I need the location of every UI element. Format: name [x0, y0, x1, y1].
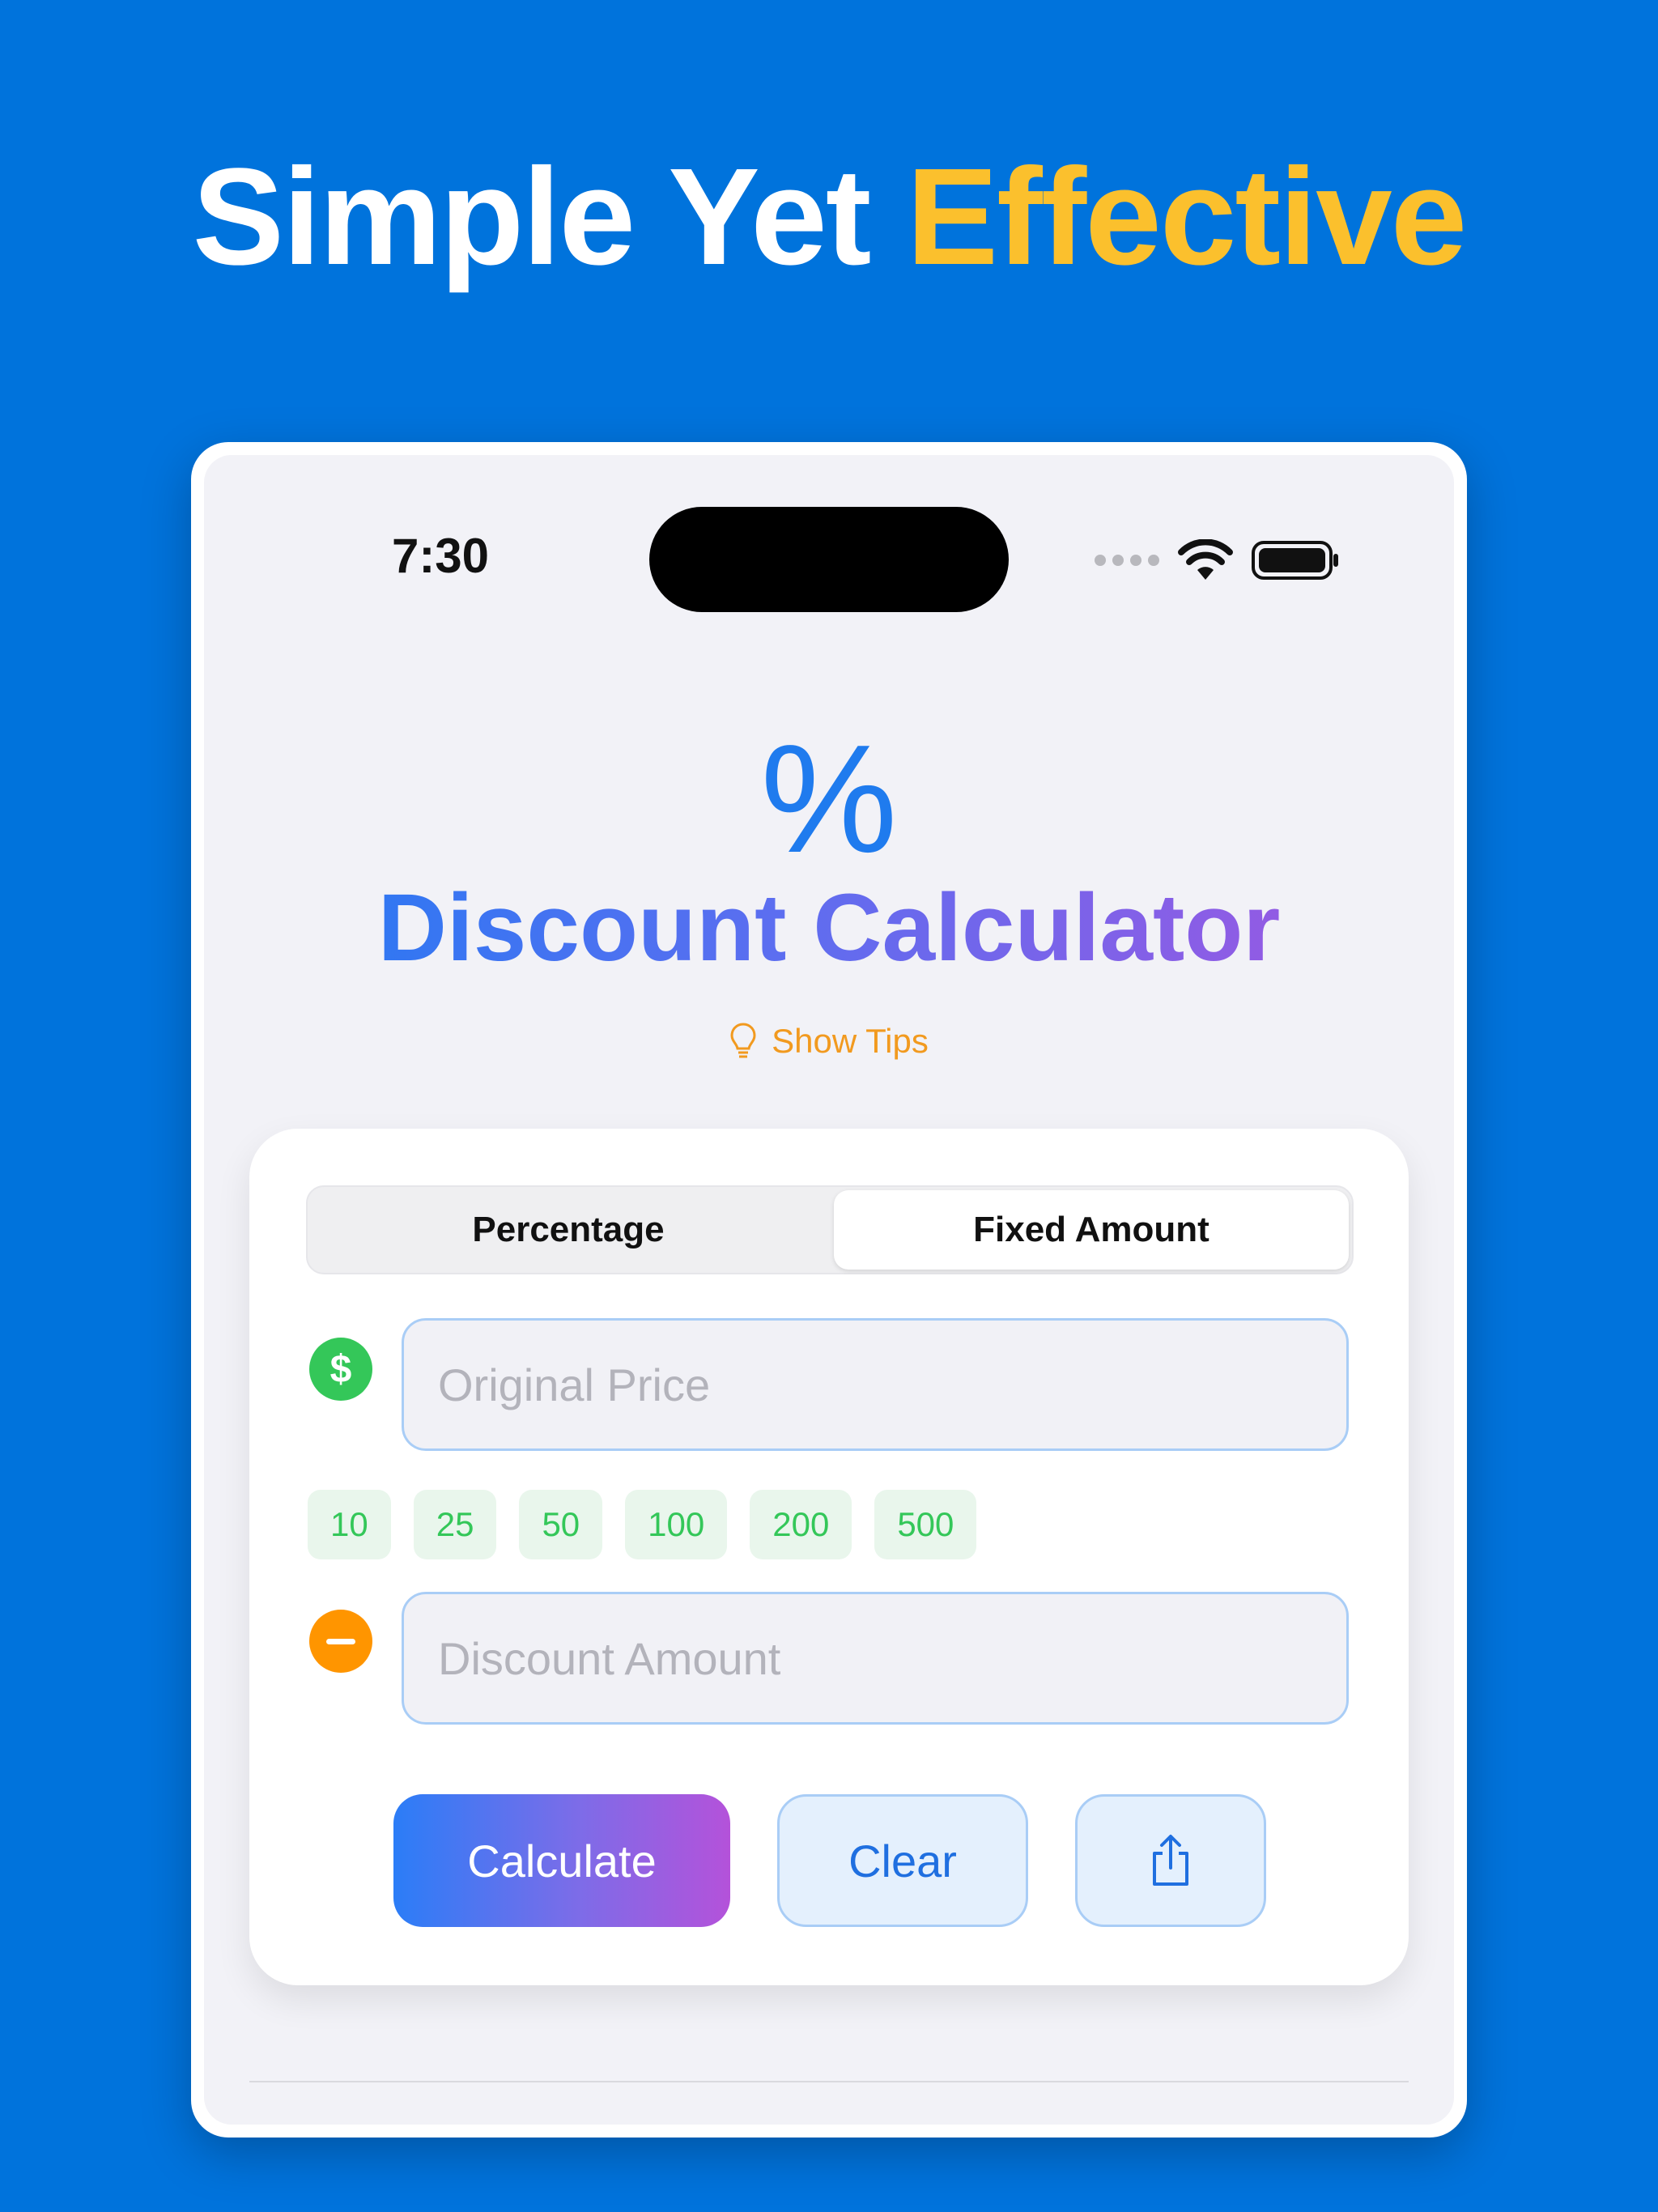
cellular-signal-icon: [1095, 555, 1159, 566]
tab-percentage[interactable]: Percentage: [311, 1190, 826, 1270]
discount-amount-input[interactable]: Discount Amount: [402, 1592, 1349, 1725]
minus-icon: [309, 1610, 372, 1673]
quick-amounts: 10 25 50 100 200 500: [308, 1490, 977, 1559]
percent-icon: %: [760, 713, 898, 885]
quick-amount-chip[interactable]: 100: [625, 1490, 728, 1559]
app-screen: 7:30 % Discount Calculator Show Tips Per…: [204, 455, 1454, 2125]
show-tips-button[interactable]: Show Tips: [204, 1022, 1454, 1061]
headline-part-1: Simple Yet: [192, 140, 872, 294]
clear-button[interactable]: Clear: [777, 1794, 1028, 1927]
lightbulb-icon: [730, 1023, 756, 1058]
battery-icon: [1252, 541, 1338, 580]
tab-fixed-amount[interactable]: Fixed Amount: [834, 1190, 1349, 1270]
wifi-icon: [1178, 539, 1233, 580]
mode-segmented-control: Percentage Fixed Amount: [306, 1185, 1354, 1274]
headline: Simple Yet Effective: [0, 138, 1658, 296]
quick-amount-chip[interactable]: 50: [519, 1490, 603, 1559]
original-price-input[interactable]: Original Price: [402, 1318, 1349, 1451]
status-time: 7:30: [391, 529, 490, 583]
share-icon: [1153, 1835, 1188, 1886]
calculate-button[interactable]: Calculate: [393, 1794, 730, 1927]
headline-part-2: Effective: [906, 140, 1468, 294]
dollar-icon: $: [309, 1338, 372, 1401]
quick-amount-chip[interactable]: 500: [874, 1490, 977, 1559]
dynamic-island: [649, 507, 1009, 612]
device-frame: 7:30 % Discount Calculator Show Tips Per…: [191, 442, 1467, 2138]
show-tips-label: Show Tips: [772, 1022, 929, 1060]
calculator-card: Percentage Fixed Amount $ Original Price…: [249, 1129, 1409, 1985]
quick-amount-chip[interactable]: 25: [413, 1490, 497, 1559]
divider: [249, 2081, 1409, 2082]
share-button[interactable]: [1075, 1794, 1266, 1927]
app-title: Discount Calculator: [204, 875, 1454, 981]
quick-amount-chip[interactable]: 10: [308, 1490, 391, 1559]
quick-amount-chip[interactable]: 200: [750, 1490, 852, 1559]
status-icons: [1095, 536, 1341, 585]
